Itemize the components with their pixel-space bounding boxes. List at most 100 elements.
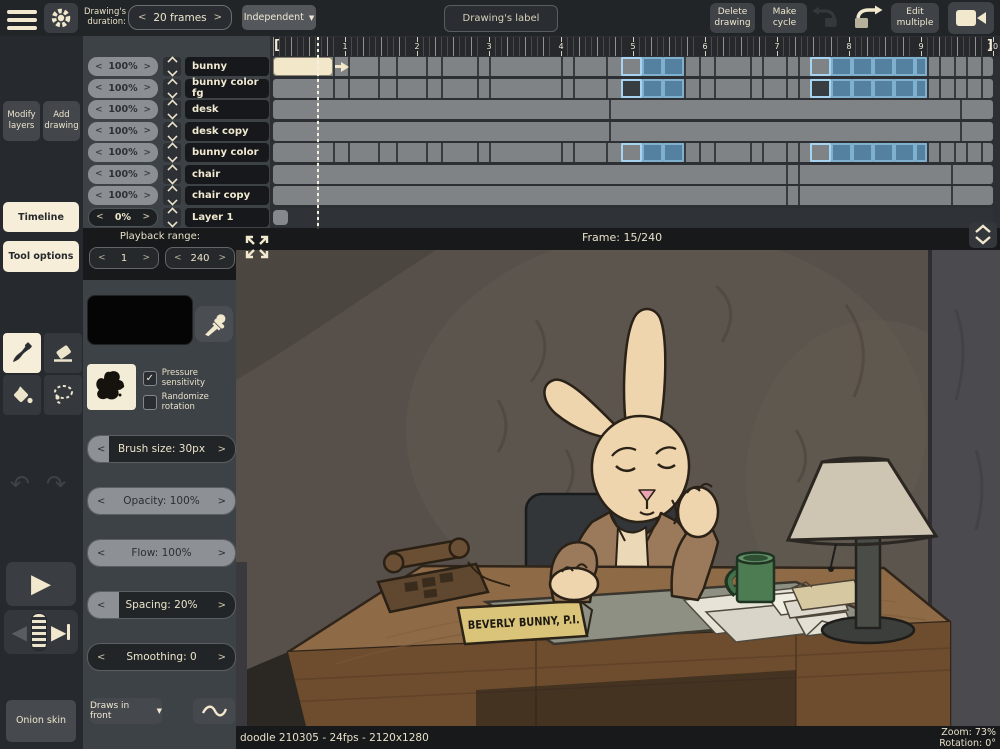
- keyframe-cell[interactable]: [915, 78, 927, 98]
- keyframe-cell[interactable]: [852, 78, 873, 98]
- opacity-increment[interactable]: >: [143, 148, 151, 158]
- empty-drawing-pill[interactable]: [273, 209, 288, 225]
- flow-slider[interactable]: < > Flow: 100%: [87, 539, 236, 567]
- keyframe-cell[interactable]: [663, 57, 684, 76]
- keyframe-cell[interactable]: [894, 57, 915, 76]
- fill-tool-button[interactable]: [3, 375, 41, 415]
- modify-layers-button[interactable]: Modify layers: [3, 101, 40, 141]
- layer-reorder-button[interactable]: [163, 185, 181, 206]
- opacity-decrement[interactable]: <: [95, 148, 103, 158]
- keyframe-cell[interactable]: [831, 143, 852, 162]
- timeline-tab-button[interactable]: Timeline: [3, 202, 79, 232]
- pb-start-inc[interactable]: >: [142, 253, 150, 263]
- keyframe-cell[interactable]: [831, 78, 852, 98]
- keyframe-cell[interactable]: [663, 78, 684, 98]
- layer-reorder-button[interactable]: [163, 142, 181, 163]
- export-video-button[interactable]: [948, 2, 994, 34]
- drawing-block[interactable]: [273, 57, 333, 76]
- opacity-decrement[interactable]: <: [95, 126, 103, 136]
- fullscreen-button[interactable]: [243, 233, 271, 261]
- menu-icon[interactable]: [7, 6, 37, 34]
- brush-tool-button[interactable]: [3, 333, 41, 373]
- brush-size-slider[interactable]: < > Brush size: 30px: [87, 435, 236, 463]
- make-cycle-button[interactable]: Make cycle: [762, 3, 807, 33]
- keyframe-cell[interactable]: [894, 143, 915, 162]
- redo-sidebar-button[interactable]: ↷: [46, 472, 66, 496]
- timeline-row-chair[interactable]: [273, 164, 993, 184]
- pressure-sensitivity-checkbox[interactable]: ✓: [143, 370, 157, 386]
- layer-opacity-stepper[interactable]: <100% >: [88, 57, 158, 76]
- playhead[interactable]: [317, 37, 319, 229]
- play-button[interactable]: ▶: [6, 562, 76, 606]
- keyframe-cell[interactable]: [873, 57, 894, 76]
- timeline-row-Layer-1[interactable]: [273, 207, 993, 227]
- undo-sidebar-button[interactable]: ↶: [10, 472, 30, 496]
- layer-reorder-button[interactable]: [163, 77, 181, 99]
- eraser-tool-button[interactable]: [44, 333, 82, 373]
- keyframe-cell[interactable]: [810, 143, 831, 162]
- opacity-increment[interactable]: >: [143, 191, 151, 201]
- layer-reorder-button[interactable]: [163, 206, 181, 228]
- layer-name-button[interactable]: Layer 1: [185, 207, 269, 227]
- drawing-extend-arrow[interactable]: [341, 62, 354, 72]
- redo-button[interactable]: [849, 4, 885, 32]
- settings-button[interactable]: [44, 3, 78, 33]
- keyframe-cell[interactable]: [894, 78, 915, 98]
- opacity-increment[interactable]: >: [143, 62, 151, 72]
- keyframe-cell[interactable]: [621, 78, 642, 98]
- keyframe-cell[interactable]: [915, 57, 927, 76]
- opacity-increment[interactable]: >: [143, 83, 151, 93]
- drawing-canvas[interactable]: BEVERLY BUNNY, P.I.: [236, 230, 1000, 728]
- keyframe-cell[interactable]: [873, 78, 894, 98]
- frame-scrubber[interactable]: ◀ ▶: [4, 610, 78, 654]
- layer-name-button[interactable]: bunny color: [185, 143, 269, 162]
- keyframe-cell[interactable]: [831, 57, 852, 76]
- keyframe-cell[interactable]: [642, 143, 663, 162]
- keyframe-cell[interactable]: [852, 57, 873, 76]
- layer-opacity-stepper[interactable]: <100% >: [88, 164, 158, 184]
- opacity-increment[interactable]: >: [142, 212, 150, 222]
- tool-options-tab-button[interactable]: Tool options: [3, 241, 79, 272]
- draws-in-front-dropdown[interactable]: Draws in front ▼: [90, 698, 162, 724]
- pb-start-dec[interactable]: <: [98, 253, 106, 263]
- keyframe-cell[interactable]: [810, 57, 831, 76]
- opacity-decrement[interactable]: <: [95, 62, 103, 72]
- layer-name-button[interactable]: bunny color fg: [185, 77, 269, 99]
- timeline-row-bunny[interactable]: [273, 57, 993, 76]
- timeline-row-chair-copy[interactable]: [273, 186, 993, 205]
- keyframe-cell[interactable]: [810, 78, 831, 98]
- layer-reorder-button[interactable]: [163, 99, 181, 120]
- playback-start-stepper[interactable]: < 1 >: [89, 247, 159, 269]
- duration-decrement[interactable]: <: [138, 12, 146, 23]
- undo-button[interactable]: [810, 4, 842, 32]
- keyframe-cell[interactable]: [852, 143, 873, 162]
- keyframe-cell[interactable]: [621, 143, 642, 162]
- timeline-row-desk-copy[interactable]: [273, 121, 993, 141]
- opacity-increment[interactable]: >: [143, 169, 151, 179]
- layer-opacity-stepper[interactable]: <100% >: [88, 121, 158, 141]
- keyframe-cell[interactable]: [621, 57, 642, 76]
- opacity-decrement[interactable]: <: [95, 191, 103, 201]
- brush-tip-preview[interactable]: [87, 364, 136, 410]
- lasso-tool-button[interactable]: [44, 375, 82, 415]
- layer-name-button[interactable]: chair copy: [185, 186, 269, 205]
- keyframe-cell[interactable]: [663, 143, 684, 162]
- eyedropper-button[interactable]: [195, 306, 233, 342]
- drawing-duration-stepper[interactable]: < 20 frames >: [128, 5, 232, 30]
- layer-opacity-stepper[interactable]: <100% >: [88, 143, 158, 162]
- opacity-decrement[interactable]: <: [95, 105, 103, 115]
- scrubber-handle[interactable]: [31, 613, 47, 651]
- timeline-row-bunny-color-fg[interactable]: [273, 78, 993, 98]
- keyframe-cell[interactable]: [642, 78, 663, 98]
- drawing-label-field[interactable]: Drawing's label: [444, 5, 558, 32]
- pb-end-inc[interactable]: >: [218, 253, 226, 263]
- collapse-timeline-button[interactable]: [969, 222, 997, 248]
- keyframe-cell[interactable]: [873, 143, 894, 162]
- opacity-increment[interactable]: >: [143, 105, 151, 115]
- layer-name-button[interactable]: chair: [185, 164, 269, 184]
- onion-skin-button[interactable]: Onion skin: [6, 700, 76, 742]
- layer-mode-dropdown[interactable]: Independent ▼: [242, 5, 316, 30]
- keyframe-cell[interactable]: [642, 57, 663, 76]
- duration-increment[interactable]: >: [214, 12, 222, 23]
- add-drawing-button[interactable]: Add drawing: [43, 101, 80, 141]
